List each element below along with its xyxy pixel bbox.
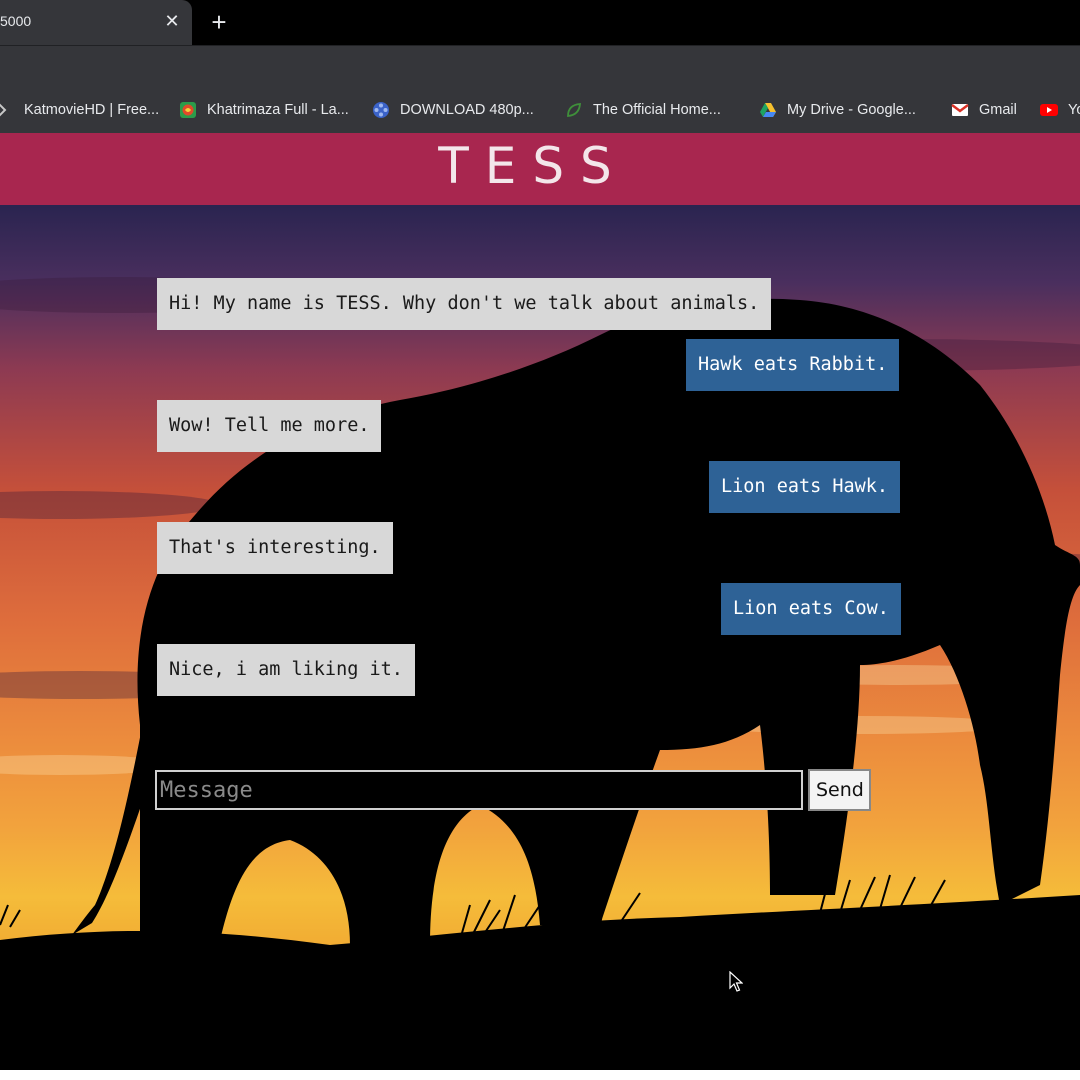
message-input[interactable] [155,770,803,810]
bot-message: Nice, i am liking it. [157,644,415,696]
app-header: TESS [0,133,1080,205]
bookmark-label: Khatrimaza Full - La... [207,102,349,118]
youtube-icon [1040,104,1058,116]
bookmark-youtube[interactable]: Yo [1040,87,1080,133]
bot-message: That's interesting. [157,522,393,574]
bot-message: Hi! My name is TESS. Why don't we talk a… [157,278,772,330]
send-button[interactable]: Send [808,769,871,811]
browser-tab[interactable]: 5000 ✕ [0,0,192,45]
bookmark-label: KatmovieHD | Free... [24,102,160,118]
film-reel-icon [373,102,389,118]
elephant-silhouette-image [0,277,1080,1070]
bookmark-label: The Official Home... [593,102,721,118]
tab-title: 5000 [0,13,32,29]
new-tab-icon[interactable]: + [206,8,232,36]
user-message: Lion eats Hawk. [709,461,901,513]
bookmark-label: Gmail [979,102,1017,118]
bookmark-google-drive[interactable]: My Drive - Google... [759,87,916,133]
gmail-icon [951,104,969,116]
user-message: Hawk eats Rabbit. [686,339,900,391]
khatrimaza-icon [180,102,196,118]
sunset-background [0,205,1080,1070]
katmovie-icon [0,103,7,117]
leaf-icon [567,103,581,117]
bookmarks-bar: KatmovieHD | Free... Khatrimaza Full - L… [0,87,1080,133]
window-bottom-edge [0,1070,1080,1080]
bookmark-label: DOWNLOAD 480p... [400,102,534,118]
app-title: TESS [438,137,628,195]
close-tab-icon[interactable]: ✕ [162,9,182,33]
browser-tabstrip: 5000 ✕ + [0,0,1080,45]
bookmark-label: Yo [1068,102,1080,118]
mouse-pointer-icon [729,971,743,992]
bookmark-katmovie[interactable]: KatmovieHD | Free... [0,87,159,133]
bookmark-gmail[interactable]: Gmail [951,87,1017,133]
browser-toolbar [0,45,1080,88]
bookmark-khatrimaza[interactable]: Khatrimaza Full - La... [179,87,349,133]
user-message: Lion eats Cow. [721,583,901,635]
bookmark-download-480p[interactable]: DOWNLOAD 480p... [372,87,534,133]
google-drive-icon [760,103,776,117]
bookmark-official-home[interactable]: The Official Home... [565,87,721,133]
bot-message: Wow! Tell me more. [157,400,382,452]
bookmark-label: My Drive - Google... [787,102,916,118]
